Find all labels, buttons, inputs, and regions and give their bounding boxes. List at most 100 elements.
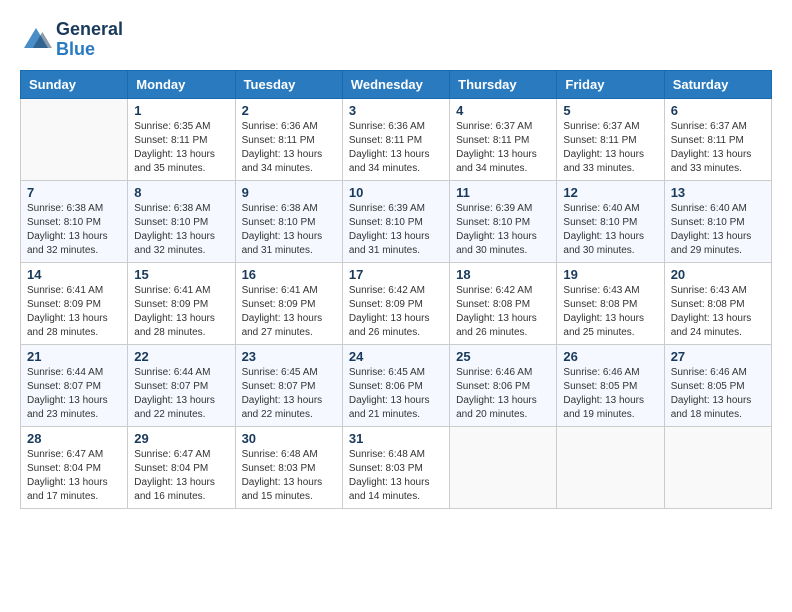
- day-info: Sunrise: 6:47 AMSunset: 8:04 PMDaylight:…: [134, 448, 228, 504]
- day-info: Sunrise: 6:46 AMSunset: 8:06 PMDaylight:…: [456, 366, 550, 422]
- day-number: 27: [671, 349, 765, 364]
- calendar-cell: 24Sunrise: 6:45 AMSunset: 8:06 PMDayligh…: [342, 344, 449, 426]
- day-number: 14: [27, 267, 121, 282]
- day-number: 19: [563, 267, 657, 282]
- day-number: 29: [134, 431, 228, 446]
- day-number: 18: [456, 267, 550, 282]
- day-number: 30: [242, 431, 336, 446]
- calendar-cell: 18Sunrise: 6:42 AMSunset: 8:08 PMDayligh…: [450, 262, 557, 344]
- calendar-cell: 16 Sunrise: 6:41 AMSunset: 8:09 PMDayligh…: [235, 262, 342, 344]
- calendar-week-2: 7 Sunrise: 6:38 AMSunset: 8:10 PMDaylight…: [21, 180, 772, 262]
- calendar-cell: 30Sunrise: 6:48 AMSunset: 8:03 PMDayligh…: [235, 426, 342, 508]
- calendar-cell: 11Sunrise: 6:39 AMSunset: 8:10 PMDayligh…: [450, 180, 557, 262]
- day-info: Sunrise: 6:47 AMSunset: 8:04 PMDaylight:…: [27, 448, 121, 504]
- calendar-week-1: 1 Sunrise: 6:35 AMSunset: 8:11 PMDaylight…: [21, 98, 772, 180]
- calendar-cell: 8 Sunrise: 6:38 AMSunset: 8:10 PMDaylight…: [128, 180, 235, 262]
- day-number: 12: [563, 185, 657, 200]
- day-info: Sunrise: 6:44 AMSunset: 8:07 PMDaylight:…: [27, 366, 121, 422]
- calendar-cell: 12Sunrise: 6:40 AMSunset: 8:10 PMDayligh…: [557, 180, 664, 262]
- calendar-cell: 3 Sunrise: 6:36 AMSunset: 8:11 PMDaylight…: [342, 98, 449, 180]
- day-info: Sunrise: 6:37 AMSunset: 8:11 PMDaylight:…: [671, 120, 765, 176]
- logo: General Blue: [20, 20, 123, 60]
- day-number: 31: [349, 431, 443, 446]
- day-number: 8: [134, 185, 228, 200]
- day-number: 2: [242, 103, 336, 118]
- calendar-cell: 2Sunrise: 6:36 AMSunset: 8:11 PMDaylight…: [235, 98, 342, 180]
- weekday-header-tuesday: Tuesday: [235, 70, 342, 98]
- day-info: Sunrise: 6:39 AMSunset: 8:10 PMDaylight:…: [349, 202, 443, 258]
- weekday-header-thursday: Thursday: [450, 70, 557, 98]
- day-number: 25: [456, 349, 550, 364]
- day-number: 5: [563, 103, 657, 118]
- day-number: 28: [27, 431, 121, 446]
- calendar-cell: 19 Sunrise: 6:43 AMSunset: 8:08 PMDayligh…: [557, 262, 664, 344]
- weekday-header-wednesday: Wednesday: [342, 70, 449, 98]
- day-info: Sunrise: 6:36 AMSunset: 8:11 PMDaylight:…: [349, 120, 443, 176]
- day-info: Sunrise: 6:38 AMSunset: 8:10 PMDaylight:…: [242, 202, 336, 258]
- calendar-cell: [664, 426, 771, 508]
- calendar-cell: 9 Sunrise: 6:38 AMSunset: 8:10 PMDaylight…: [235, 180, 342, 262]
- day-info: Sunrise: 6:37 AMSunset: 8:11 PMDaylight:…: [456, 120, 550, 176]
- calendar-cell: 25 Sunrise: 6:46 AMSunset: 8:06 PMDayligh…: [450, 344, 557, 426]
- day-number: 10: [349, 185, 443, 200]
- calendar-cell: 4 Sunrise: 6:37 AMSunset: 8:11 PMDaylight…: [450, 98, 557, 180]
- calendar-cell: 17 Sunrise: 6:42 AMSunset: 8:09 PMDayligh…: [342, 262, 449, 344]
- day-number: 17: [349, 267, 443, 282]
- day-number: 23: [242, 349, 336, 364]
- day-info: Sunrise: 6:40 AMSunset: 8:10 PMDaylight:…: [671, 202, 765, 258]
- day-info: Sunrise: 6:46 AMSunset: 8:05 PMDaylight:…: [671, 366, 765, 422]
- day-info: Sunrise: 6:48 AMSunset: 8:03 PMDaylight:…: [349, 448, 443, 504]
- calendar-cell: 26 Sunrise: 6:46 AMSunset: 8:05 PMDayligh…: [557, 344, 664, 426]
- weekday-header-sunday: Sunday: [21, 70, 128, 98]
- day-info: Sunrise: 6:43 AMSunset: 8:08 PMDaylight:…: [671, 284, 765, 340]
- calendar-cell: 7 Sunrise: 6:38 AMSunset: 8:10 PMDaylight…: [21, 180, 128, 262]
- day-info: Sunrise: 6:45 AMSunset: 8:07 PMDaylight:…: [242, 366, 336, 422]
- calendar-week-3: 14 Sunrise: 6:41 AMSunset: 8:09 PMDayligh…: [21, 262, 772, 344]
- weekday-header-friday: Friday: [557, 70, 664, 98]
- day-info: Sunrise: 6:38 AMSunset: 8:10 PMDaylight:…: [27, 202, 121, 258]
- calendar-cell: 15Sunrise: 6:41 AMSunset: 8:09 PMDayligh…: [128, 262, 235, 344]
- calendar-cell: 28 Sunrise: 6:47 AMSunset: 8:04 PMDayligh…: [21, 426, 128, 508]
- day-info: Sunrise: 6:41 AMSunset: 8:09 PMDaylight:…: [134, 284, 228, 340]
- day-info: Sunrise: 6:42 AMSunset: 8:09 PMDaylight:…: [349, 284, 443, 340]
- day-info: Sunrise: 6:39 AMSunset: 8:10 PMDaylight:…: [456, 202, 550, 258]
- logo-text: General Blue: [56, 20, 123, 60]
- weekday-header-monday: Monday: [128, 70, 235, 98]
- calendar-cell: 5Sunrise: 6:37 AMSunset: 8:11 PMDaylight…: [557, 98, 664, 180]
- day-info: Sunrise: 6:35 AMSunset: 8:11 PMDaylight:…: [134, 120, 228, 176]
- day-number: 13: [671, 185, 765, 200]
- calendar-cell: 23 Sunrise: 6:45 AMSunset: 8:07 PMDayligh…: [235, 344, 342, 426]
- calendar-cell: 29 Sunrise: 6:47 AMSunset: 8:04 PMDayligh…: [128, 426, 235, 508]
- calendar-cell: 13 Sunrise: 6:40 AMSunset: 8:10 PMDayligh…: [664, 180, 771, 262]
- logo-icon: [20, 24, 52, 56]
- day-number: 9: [242, 185, 336, 200]
- day-info: Sunrise: 6:46 AMSunset: 8:05 PMDaylight:…: [563, 366, 657, 422]
- day-number: 22: [134, 349, 228, 364]
- day-info: Sunrise: 6:41 AMSunset: 8:09 PMDaylight:…: [27, 284, 121, 340]
- calendar-cell: 10 Sunrise: 6:39 AMSunset: 8:10 PMDayligh…: [342, 180, 449, 262]
- day-number: 1: [134, 103, 228, 118]
- calendar-cell: [21, 98, 128, 180]
- calendar-cell: 31 Sunrise: 6:48 AMSunset: 8:03 PMDayligh…: [342, 426, 449, 508]
- day-number: 6: [671, 103, 765, 118]
- calendar-cell: 22Sunrise: 6:44 AMSunset: 8:07 PMDayligh…: [128, 344, 235, 426]
- weekday-header-row: SundayMondayTuesdayWednesdayThursdayFrid…: [21, 70, 772, 98]
- calendar-week-5: 28 Sunrise: 6:47 AMSunset: 8:04 PMDayligh…: [21, 426, 772, 508]
- day-number: 24: [349, 349, 443, 364]
- day-number: 4: [456, 103, 550, 118]
- calendar-cell: 1 Sunrise: 6:35 AMSunset: 8:11 PMDaylight…: [128, 98, 235, 180]
- calendar-cell: [450, 426, 557, 508]
- calendar-cell: 20Sunrise: 6:43 AMSunset: 8:08 PMDayligh…: [664, 262, 771, 344]
- weekday-header-saturday: Saturday: [664, 70, 771, 98]
- day-number: 16: [242, 267, 336, 282]
- calendar-table: SundayMondayTuesdayWednesdayThursdayFrid…: [20, 70, 772, 509]
- day-number: 3: [349, 103, 443, 118]
- day-number: 21: [27, 349, 121, 364]
- calendar-cell: 21 Sunrise: 6:44 AMSunset: 8:07 PMDayligh…: [21, 344, 128, 426]
- day-number: 26: [563, 349, 657, 364]
- calendar-cell: [557, 426, 664, 508]
- day-number: 7: [27, 185, 121, 200]
- day-info: Sunrise: 6:41 AMSunset: 8:09 PMDaylight:…: [242, 284, 336, 340]
- day-info: Sunrise: 6:43 AMSunset: 8:08 PMDaylight:…: [563, 284, 657, 340]
- day-info: Sunrise: 6:38 AMSunset: 8:10 PMDaylight:…: [134, 202, 228, 258]
